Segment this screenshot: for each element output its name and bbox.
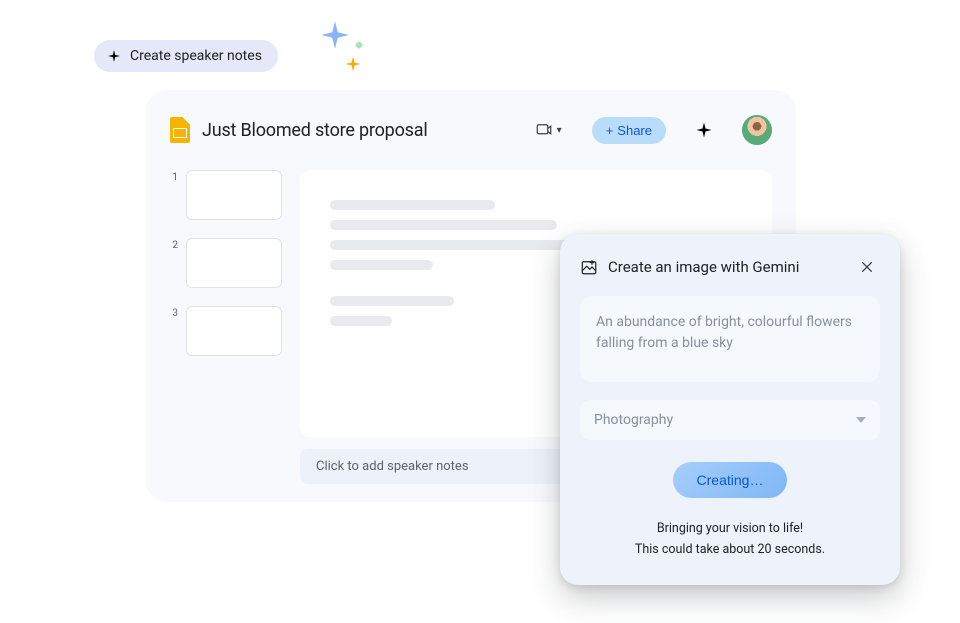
share-button-label: Share (617, 123, 652, 138)
create-image-icon (580, 258, 598, 276)
thumbnail-index: 1 (170, 170, 178, 183)
thumbnail-row[interactable]: 2 (170, 238, 282, 288)
slides-logo-icon (170, 117, 190, 143)
gemini-button[interactable] (692, 118, 716, 142)
thumbnail[interactable] (186, 306, 282, 356)
creating-button[interactable]: Creating… (673, 462, 788, 498)
present-button[interactable]: ▾ (529, 117, 568, 143)
thumbnail-index: 3 (170, 306, 178, 319)
titlebar: Just Bloomed store proposal ▾ + Share (170, 112, 772, 148)
chevron-down-icon (856, 417, 866, 423)
suggestion-chip-speaker-notes[interactable]: Create speaker notes (94, 40, 278, 72)
placeholder-line (330, 200, 495, 210)
panel-header: Create an image with Gemini (580, 254, 880, 280)
image-prompt-input[interactable]: An abundance of bright, colourful flower… (580, 296, 880, 382)
placeholder-line (330, 316, 392, 326)
decorative-sparkle-icon (320, 20, 350, 54)
plus-icon: + (606, 123, 614, 138)
placeholder-line (330, 260, 433, 270)
style-select[interactable]: Photography (580, 400, 880, 440)
thumbnail[interactable] (186, 238, 282, 288)
sparkle-icon (106, 48, 122, 64)
status-line: Bringing your vision to life! (580, 518, 880, 539)
decorative-sparkle-icon (345, 56, 361, 76)
style-select-value: Photography (594, 412, 673, 428)
thumbnail-row[interactable]: 3 (170, 306, 282, 356)
suggestion-chip-label: Create speaker notes (130, 48, 262, 64)
avatar[interactable] (742, 115, 772, 145)
status-line: This could take about 20 seconds. (580, 539, 880, 560)
panel-title: Create an image with Gemini (608, 258, 844, 276)
close-button[interactable] (854, 254, 880, 280)
placeholder-line (330, 296, 454, 306)
document-title[interactable]: Just Bloomed store proposal (202, 120, 517, 141)
thumbnail-row[interactable]: 1 (170, 170, 282, 220)
decorative-dot (355, 41, 363, 49)
thumbnail-index: 2 (170, 238, 178, 251)
status-text: Bringing your vision to life! This could… (580, 518, 880, 561)
share-button[interactable]: + Share (592, 117, 666, 144)
gemini-create-image-panel: Create an image with Gemini An abundance… (560, 234, 900, 585)
thumbnail[interactable] (186, 170, 282, 220)
placeholder-line (330, 240, 577, 250)
chevron-down-icon: ▾ (557, 125, 562, 136)
placeholder-line (330, 220, 557, 230)
thumbnail-rail: 1 2 3 (170, 170, 282, 502)
